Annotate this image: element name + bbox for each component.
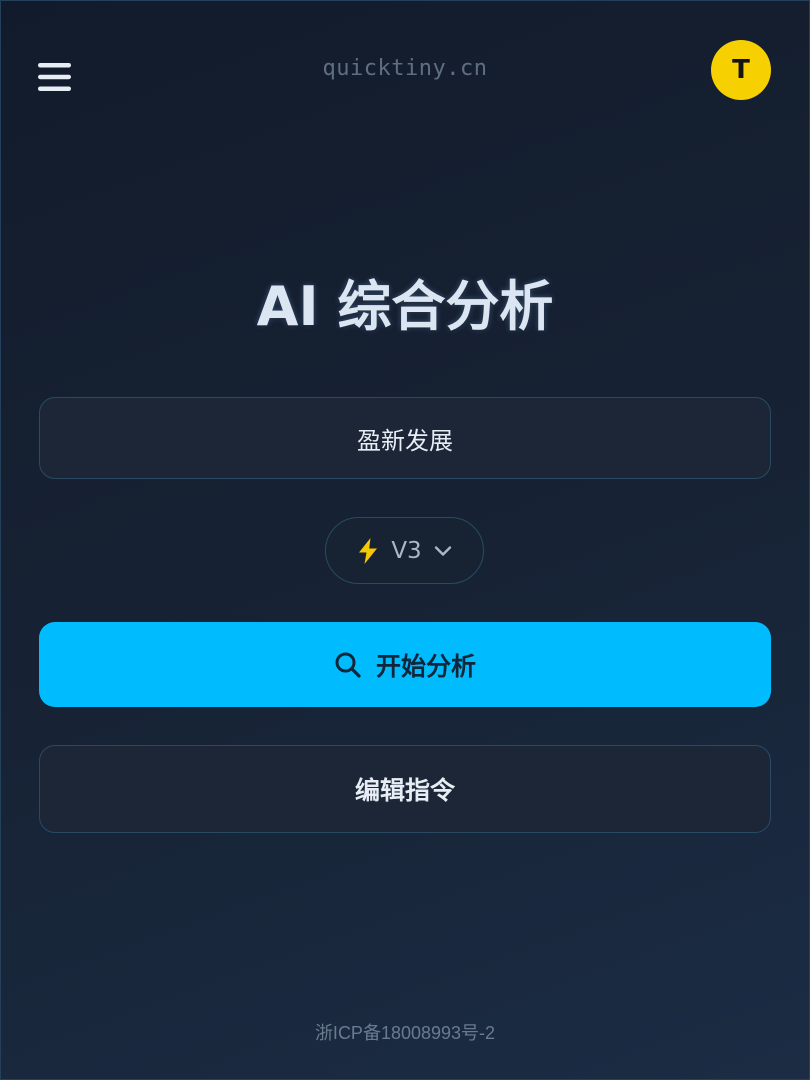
company-name: 盈新发展 <box>357 426 453 455</box>
edit-instructions-button[interactable]: 编辑指令 <box>39 745 771 833</box>
edit-instructions-label: 编辑指令 <box>354 776 455 805</box>
page-title: AI 综合分析 <box>256 275 554 338</box>
lightning-bolt-icon <box>357 537 379 564</box>
start-analysis-label: 开始分析 <box>375 651 476 681</box>
company-selector[interactable]: 盈新发展 <box>39 397 771 479</box>
user-avatar[interactable]: T <box>711 40 771 100</box>
site-domain: quicktiny.cn <box>322 56 488 81</box>
search-icon <box>334 651 362 679</box>
icp-license-link[interactable]: 浙ICP备18008993号-2 <box>0 1019 810 1045</box>
model-selector[interactable]: V3 <box>325 517 484 584</box>
chevron-down-icon <box>434 545 452 557</box>
start-analysis-button[interactable]: 开始分析 <box>39 622 771 707</box>
model-selected-value: V3 <box>391 537 422 564</box>
